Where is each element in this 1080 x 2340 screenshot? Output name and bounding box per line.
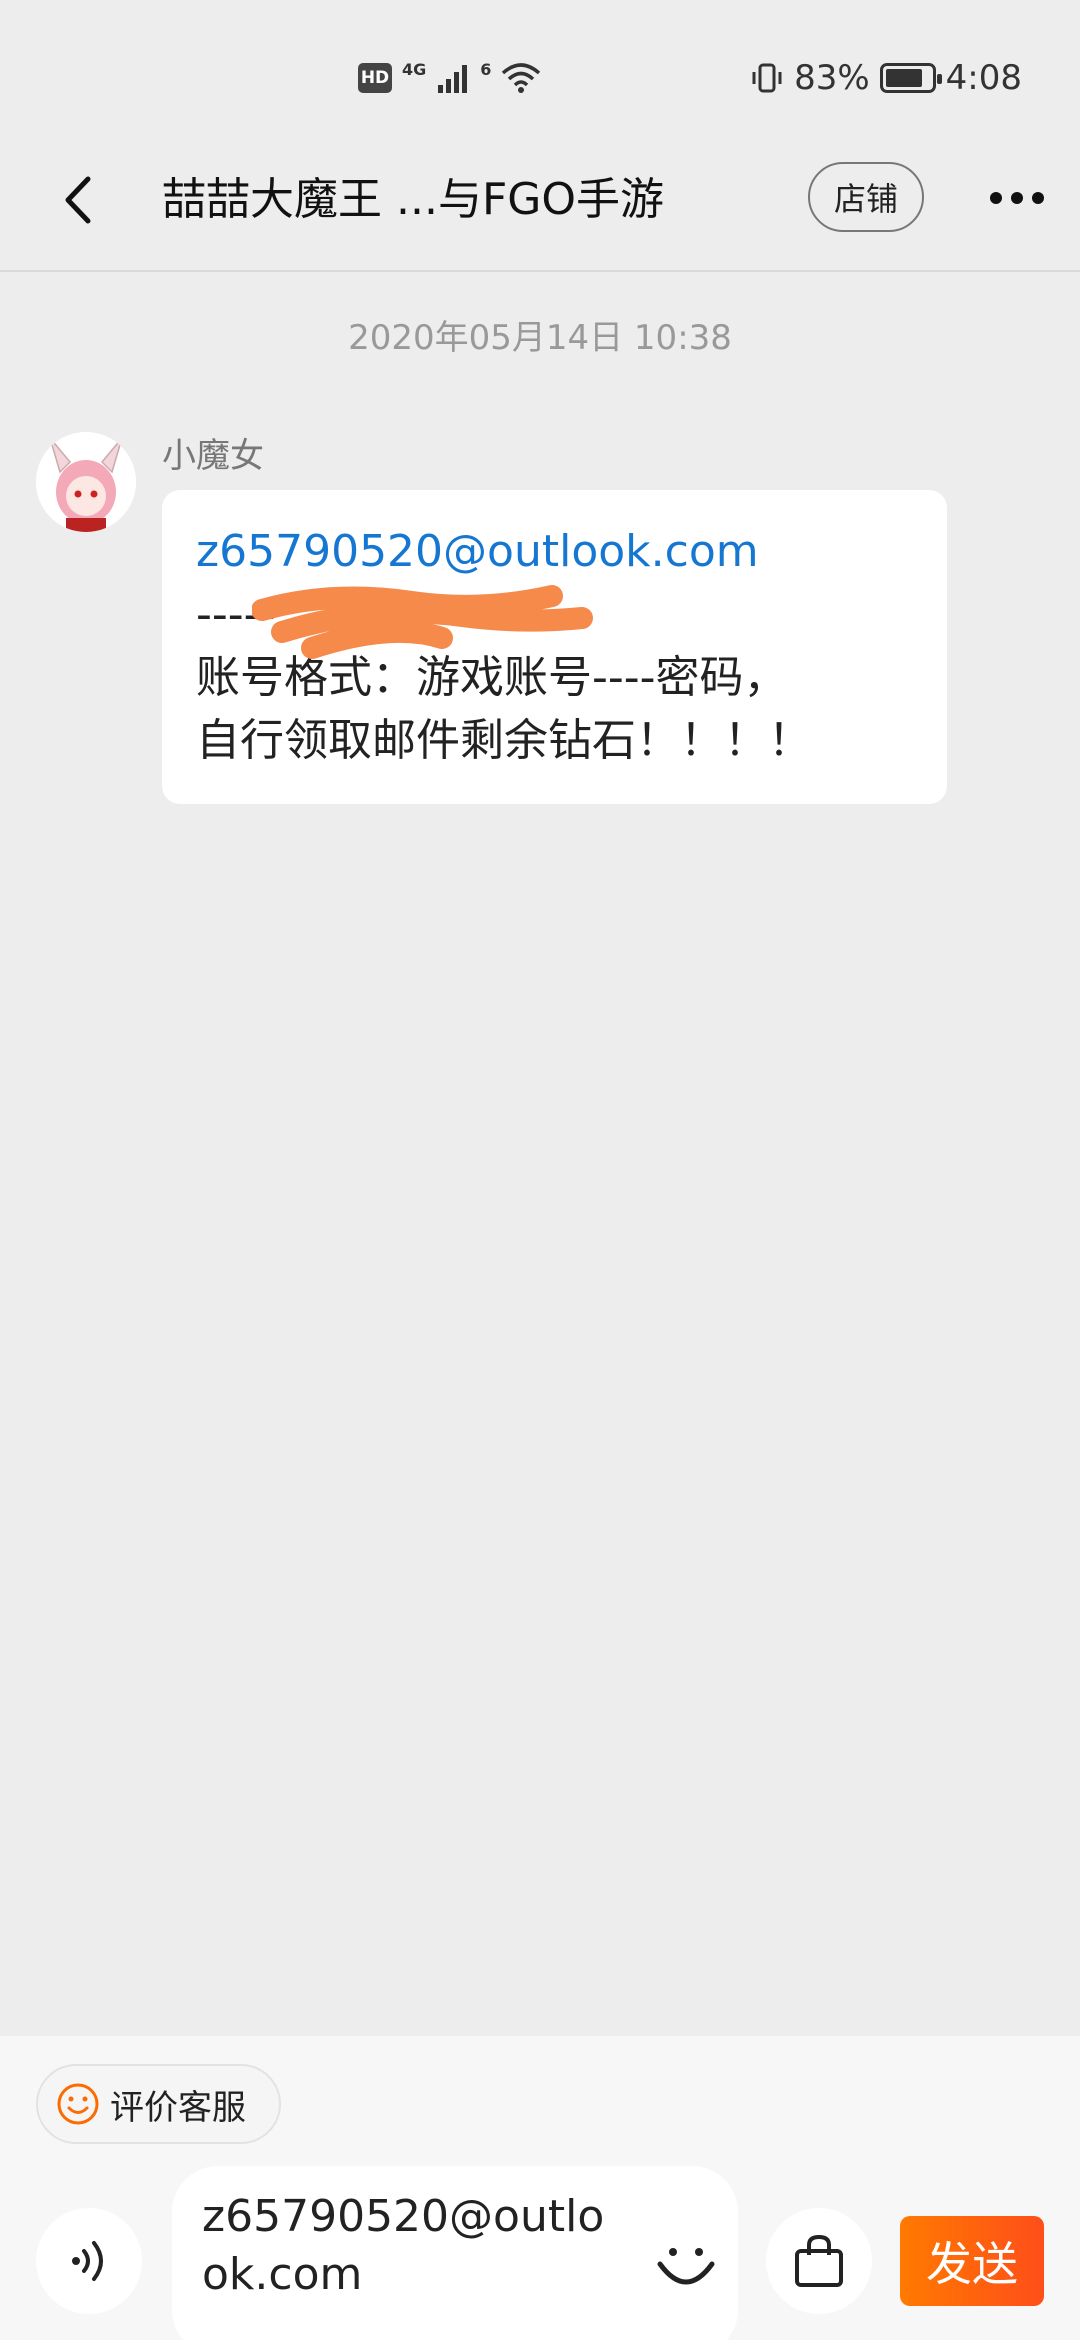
top-area: HD 4G 6 83% 4:08 喆喆大魔王 ...与FGO手游 店铺 <box>0 0 1080 272</box>
emoji-icon <box>657 2248 715 2285</box>
status-left: HD 4G 6 <box>358 56 541 100</box>
wifi-type-label: 6 <box>480 59 492 79</box>
message-timestamp: 2020年05月14日 10:38 <box>348 318 732 358</box>
hd-badge: HD <box>358 63 392 93</box>
network-type-label: 4G <box>402 59 427 79</box>
voice-input-button[interactable] <box>36 2208 142 2314</box>
clock: 4:08 <box>945 58 1022 98</box>
chat-screen: HD 4G 6 83% 4:08 喆喆大魔王 ...与FGO手游 店铺 2020… <box>0 0 1080 2340</box>
status-bar: HD 4G 6 83% 4:08 <box>0 0 1080 150</box>
status-right: 83% 4:08 <box>750 56 1022 100</box>
battery-percent: 83% <box>794 58 870 98</box>
battery-level <box>885 69 923 87</box>
avatar-image <box>36 432 136 532</box>
evaluate-service-label: 评价客服 <box>110 2087 246 2128</box>
vibrate-icon <box>752 63 782 93</box>
battery-icon <box>879 63 942 93</box>
evaluate-service-button[interactable]: 评价客服 <box>36 2064 281 2144</box>
email-link[interactable]: z65790520@outlook.com <box>196 520 913 583</box>
emoji-button[interactable] <box>650 2228 722 2300</box>
back-button[interactable] <box>48 170 108 230</box>
more-dots-icon <box>990 192 1002 204</box>
back-arrow-icon <box>65 176 91 224</box>
more-dots-icon <box>1032 192 1044 204</box>
shop-button[interactable]: 店铺 <box>808 162 924 232</box>
bottom-input-bar: 评价客服 z65790520@outlook.com 发送 <box>0 2036 1080 2340</box>
redaction-scribble <box>252 585 593 659</box>
chat-title: 喆喆大魔王 ...与FGO手游 <box>162 174 664 225</box>
smiley-icon <box>57 2083 99 2125</box>
message-bubble[interactable]: z65790520@outlook.com ----- 账号格式：游戏账号---… <box>162 490 947 804</box>
product-button[interactable] <box>766 2208 872 2314</box>
shopping-bag-icon <box>795 2234 843 2287</box>
chat-header: 喆喆大魔王 ...与FGO手游 店铺 <box>0 150 1080 270</box>
sender-avatar[interactable] <box>36 432 136 532</box>
voice-icon <box>72 2241 103 2281</box>
send-button[interactable]: 发送 <box>900 2216 1044 2306</box>
signal-icon <box>438 65 468 93</box>
message-line-instruction: 自行领取邮件剩余钻石！！！！ <box>196 715 812 766</box>
wifi-icon <box>502 63 541 93</box>
sender-name: 小魔女 <box>162 436 264 476</box>
more-button[interactable] <box>982 174 1052 222</box>
more-dots-icon <box>1011 192 1023 204</box>
